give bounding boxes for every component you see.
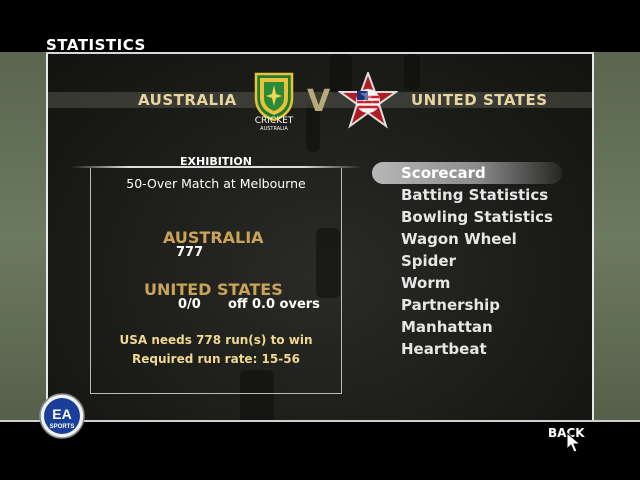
menu-item-bowling-statistics[interactable]: Bowling Statistics — [401, 208, 553, 226]
menu-item-manhattan[interactable]: Manhattan — [401, 318, 493, 336]
mouse-cursor-icon — [566, 432, 582, 453]
match-description: 50-Over Match at Melbourne — [126, 176, 306, 191]
home-team-name: AUSTRALIA — [138, 91, 237, 109]
required-run-rate: Required run rate: 15-56 — [132, 352, 300, 366]
menu-item-heartbeat[interactable]: Heartbeat — [401, 340, 487, 358]
stadium-background-left — [0, 52, 46, 422]
menu-item-spider[interactable]: Spider — [401, 252, 456, 270]
home-logo-line1: CRICKET — [254, 116, 294, 126]
menu-item-worm[interactable]: Worm — [401, 274, 450, 292]
versus-mark: V — [307, 84, 331, 119]
stadium-background-right — [594, 52, 640, 422]
menu-item-partnership[interactable]: Partnership — [401, 296, 500, 314]
ea-logo-line2: SPORTS — [50, 424, 75, 430]
innings2-score: 0/0 — [178, 297, 201, 312]
menu-item-scorecard[interactable]: Scorecard — [401, 164, 486, 182]
away-team-name: UNITED STATES — [411, 91, 548, 109]
innings1-score: 777 — [176, 245, 204, 260]
match-type-heading: EXHIBITION — [180, 155, 252, 168]
screen-title: STATISTICS — [46, 36, 146, 54]
ea-logo-line1: EA — [52, 406, 71, 422]
usa-star-emblem-icon — [338, 72, 398, 129]
menu-item-wagon-wheel[interactable]: Wagon Wheel — [401, 230, 517, 248]
target-text: USA needs 778 run(s) to win — [119, 333, 313, 347]
menu-item-batting-statistics[interactable]: Batting Statistics — [401, 186, 548, 204]
innings2-overs: off 0.0 overs — [228, 297, 320, 312]
ea-sports-logo-icon: EA SPORTS — [39, 393, 85, 439]
footer-bar — [0, 422, 640, 480]
home-logo-line2: AUSTRALIA — [260, 126, 288, 132]
player-silhouette — [404, 54, 420, 90]
